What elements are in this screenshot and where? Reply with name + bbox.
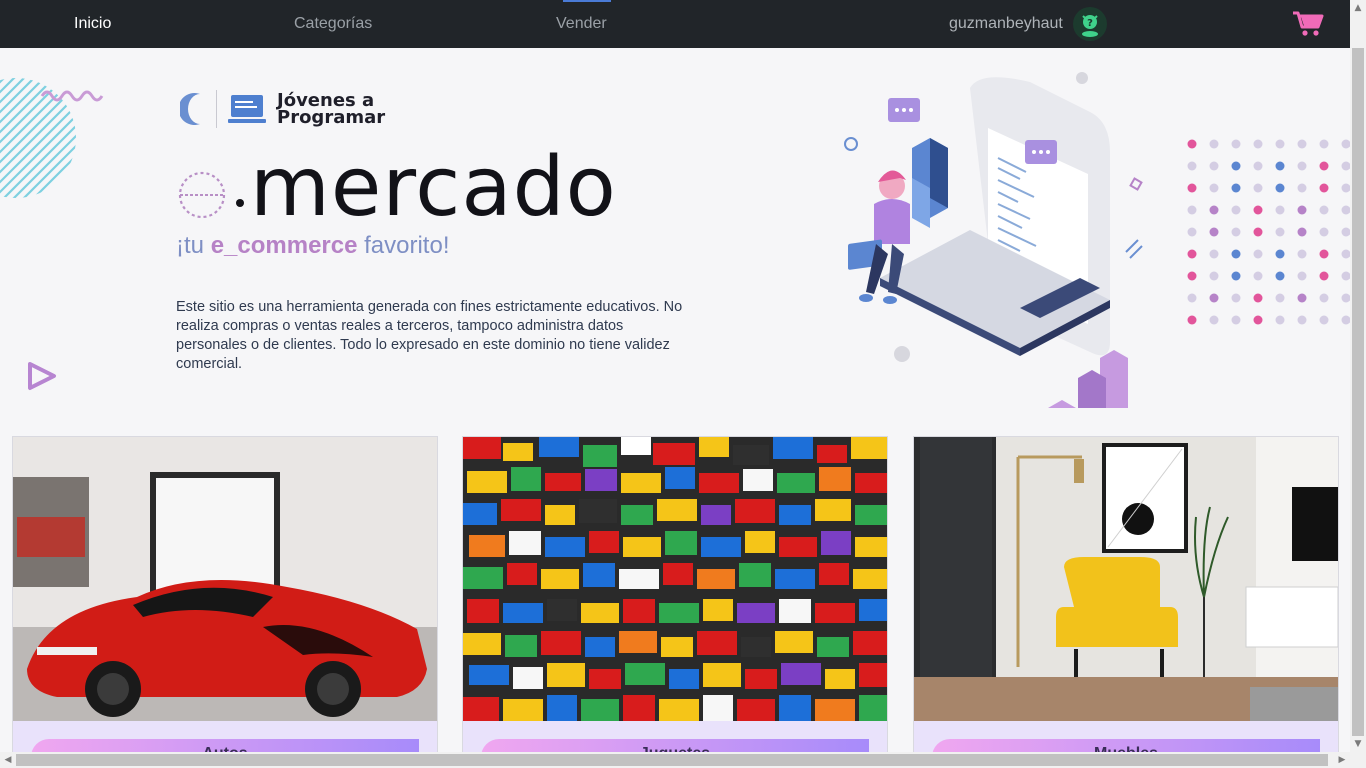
scroll-down-arrow-icon[interactable]: ▼: [1350, 736, 1366, 752]
dot-grid-decoration: [1187, 139, 1350, 325]
brand-logo: Jóvenes a Programar: [180, 90, 385, 128]
nav-link-inicio[interactable]: Inicio: [74, 0, 111, 48]
moon-icon: [180, 93, 200, 125]
top-navbar: Inicio Categorías Vender guzmanbeyhaut ?: [0, 0, 1366, 48]
play-triangle-decoration: [28, 362, 56, 390]
brand-name: Jóvenes a Programar: [277, 92, 386, 128]
laptop-icon: [228, 95, 266, 123]
title-mercado: mercado: [250, 140, 617, 235]
category-card-autos[interactable]: Autos: [12, 436, 438, 766]
brand-divider: [216, 90, 217, 128]
disclaimer-text: Este sitio es una herramienta generada c…: [176, 299, 683, 372]
yellow-armchair-room-photo: [914, 437, 1338, 721]
scroll-right-arrow-icon[interactable]: ▶: [1334, 752, 1350, 768]
scroll-up-arrow-icon[interactable]: ▲: [1350, 0, 1366, 16]
red-sports-car-photo: [13, 437, 437, 721]
site-title: mercado: [178, 143, 617, 238]
vertical-scrollbar[interactable]: ▲ ▼: [1350, 0, 1366, 752]
wave-decoration: [40, 90, 104, 102]
tagline-bold: e_commerce: [210, 232, 358, 259]
username: guzmanbeyhaut: [949, 15, 1063, 32]
avatar-icon[interactable]: ?: [1072, 7, 1107, 41]
nav-link-categorias[interactable]: Categorías: [294, 0, 372, 48]
horizontal-scroll-thumb[interactable]: [16, 754, 1328, 766]
scroll-left-arrow-icon[interactable]: ◀: [0, 752, 16, 768]
tagline-post: favorito!: [357, 232, 450, 259]
nav-link-vender[interactable]: Vender: [556, 0, 607, 48]
cart-icon[interactable]: [1292, 10, 1324, 38]
hero-banner: Jóvenes a Programar mercado ¡tu e_commer…: [0, 48, 1350, 424]
lego-bricks-photo: [463, 437, 887, 721]
tagline-pre: ¡tu: [176, 232, 211, 259]
vertical-scroll-thumb[interactable]: [1352, 48, 1364, 736]
svg-text:?: ?: [1087, 18, 1093, 29]
user-menu[interactable]: guzmanbeyhaut ?: [949, 0, 1107, 48]
category-card-juguetes[interactable]: Juguetes: [462, 436, 888, 766]
horizontal-scrollbar[interactable]: ◀ ▶: [0, 752, 1366, 768]
e-logo-icon: [178, 171, 244, 219]
tagline: ¡tu e_commerce favorito!: [176, 232, 450, 260]
category-card-muebles[interactable]: Muebles: [913, 436, 1339, 766]
developer-laptop-illustration: [844, 72, 1143, 408]
brand-line2: Programar: [277, 107, 386, 128]
